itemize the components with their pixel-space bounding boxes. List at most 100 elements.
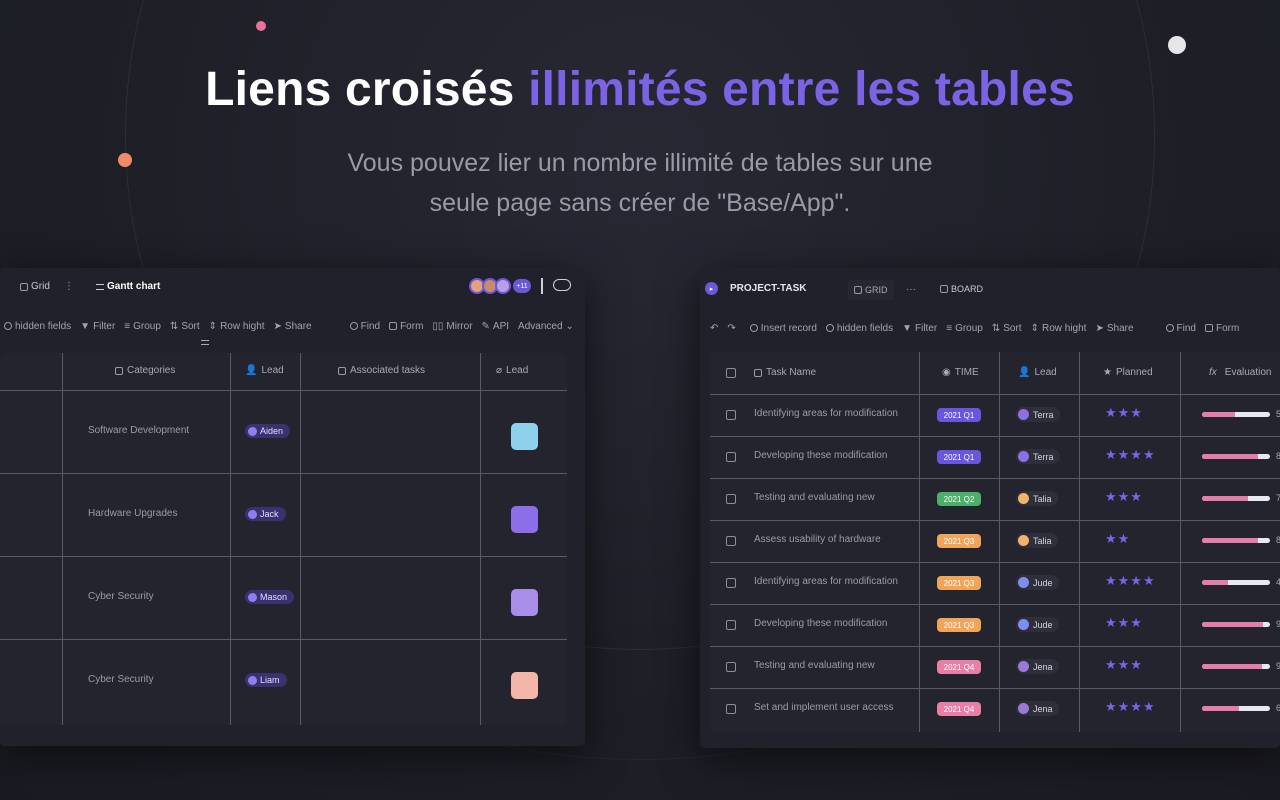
group-button[interactable]: ≡ Group — [946, 323, 983, 334]
evaluation-progress-bar — [1202, 664, 1270, 669]
attachment-thumbnail[interactable] — [511, 589, 538, 616]
lead-pill[interactable]: Jack — [245, 507, 286, 521]
col-header-time[interactable]: ◉ TIME — [942, 367, 979, 378]
api-button[interactable]: ✎ API — [482, 321, 510, 332]
col-header-lead[interactable]: 👤 Lead — [245, 365, 284, 376]
task-name-cell[interactable]: Testing and evaluating new — [754, 660, 875, 671]
lead-chip[interactable]: Terra — [1016, 407, 1060, 422]
time-tag[interactable]: 2021 Q3 — [937, 534, 981, 548]
rating-stars[interactable]: ★★★ — [1105, 489, 1143, 505]
row-checkbox[interactable] — [726, 620, 736, 630]
rating-stars[interactable]: ★★★ — [1105, 405, 1143, 421]
col-header-evaluation-label: Evaluation — [1224, 367, 1272, 378]
time-tag[interactable]: 2021 Q3 — [937, 576, 981, 590]
group-button[interactable]: ≡ Group — [124, 321, 161, 332]
table-name[interactable]: PROJECT-TASK — [730, 283, 807, 294]
tab-board[interactable]: BOARD — [940, 284, 983, 294]
task-name-cell[interactable]: Assess usability of hardware — [754, 534, 881, 545]
category-cell[interactable]: Software Development — [88, 425, 189, 436]
task-name-cell[interactable]: Identifying areas for modification — [754, 576, 898, 587]
tab-grid[interactable]: Grid — [20, 281, 50, 292]
share-button[interactable]: ➤ Share — [1095, 323, 1133, 334]
sort-button[interactable]: ⇅ Sort — [170, 321, 200, 332]
col-header-planned[interactable]: ★ Planned — [1103, 367, 1153, 378]
rating-stars[interactable]: ★★★ — [1105, 615, 1143, 631]
rating-stars[interactable]: ★★★★ — [1105, 447, 1156, 463]
find-button[interactable]: Find — [1165, 323, 1196, 334]
tab-gantt[interactable]: Gantt chart — [96, 281, 160, 292]
share-button[interactable]: ➤ Share — [274, 321, 312, 332]
time-tag[interactable]: 2021 Q3 — [937, 618, 981, 632]
col-header-lead2[interactable]: ⌀ Lead — [496, 365, 528, 376]
row-height-button[interactable]: ⇕ Row hight — [209, 321, 265, 332]
row-checkbox[interactable] — [726, 536, 736, 546]
lead-chip[interactable]: Talia — [1016, 533, 1058, 548]
lead-pill[interactable]: Mason — [245, 590, 295, 604]
col-header-task[interactable]: Task Name — [754, 367, 816, 378]
tab-more-icon[interactable]: ⋮ — [64, 281, 74, 292]
time-tag[interactable]: 2021 Q2 — [937, 492, 981, 506]
sort-button[interactable]: ⇅ Sort — [992, 323, 1022, 334]
tab-grid[interactable]: GRID — [848, 280, 894, 300]
filter-button[interactable]: ▼ Filter — [80, 321, 115, 332]
mirror-button[interactable]: ▯▯ Mirror — [432, 321, 472, 332]
attachment-thumbnail[interactable] — [511, 423, 538, 450]
category-cell[interactable]: Cyber Security — [88, 674, 154, 685]
time-tag[interactable]: 2021 Q1 — [937, 408, 981, 422]
task-name-cell[interactable]: Testing and evaluating new — [754, 492, 875, 503]
insert-record-button[interactable]: Insert record — [749, 323, 817, 334]
attachment-thumbnail[interactable] — [511, 506, 538, 533]
advanced-dropdown[interactable]: Advanced ⌄ — [518, 321, 574, 332]
collaborator-avatars[interactable]: +11 — [469, 278, 531, 294]
form-button[interactable]: Form — [1204, 323, 1239, 334]
find-button[interactable]: Find — [349, 321, 380, 332]
form-button[interactable]: Form — [389, 321, 423, 332]
col-header-categories[interactable]: Categories — [115, 365, 175, 376]
left-tabbar: Grid ⋮ Gantt chart +11 — [0, 268, 585, 306]
lead-pill[interactable]: Aiden — [245, 424, 291, 438]
time-tag[interactable]: 2021 Q1 — [937, 450, 981, 464]
col-header-associated[interactable]: Associated tasks — [338, 365, 425, 376]
person-icon: 👤 — [245, 365, 258, 376]
row-checkbox[interactable] — [726, 704, 736, 714]
row-checkbox[interactable] — [726, 410, 736, 420]
redo-button[interactable]: ↷ — [727, 323, 735, 334]
row-checkbox[interactable] — [726, 578, 736, 588]
undo-button[interactable]: ↶ — [710, 323, 718, 334]
time-tag[interactable]: 2021 Q4 — [937, 660, 981, 674]
hidden-fields-button[interactable]: hidden fields — [825, 323, 893, 334]
task-name-cell[interactable]: Developing these modification — [754, 618, 887, 629]
lead-chip[interactable]: Terra — [1016, 449, 1060, 464]
lead-chip[interactable]: Jena — [1016, 701, 1059, 716]
lead-chip[interactable]: Jude — [1016, 617, 1059, 632]
lead-chip[interactable]: Talia — [1016, 491, 1058, 506]
rating-stars[interactable]: ★★ — [1105, 531, 1130, 547]
lead-chip[interactable]: Jude — [1016, 575, 1059, 590]
attachment-thumbnail[interactable] — [511, 672, 538, 699]
category-cell[interactable]: Cyber Security — [88, 591, 154, 602]
category-cell[interactable]: Hardware Upgrades — [88, 508, 178, 519]
select-all-checkbox[interactable] — [726, 368, 736, 378]
task-name-cell[interactable]: Developing these modification — [754, 450, 887, 461]
col-header-evaluation[interactable]: fx Evaluation — [1209, 367, 1271, 378]
filter-button[interactable]: ▼ Filter — [902, 323, 937, 334]
rating-stars[interactable]: ★★★★ — [1105, 699, 1156, 715]
row-checkbox[interactable] — [726, 662, 736, 672]
task-name-cell[interactable]: Set and implement user access — [754, 702, 894, 713]
row-height-button[interactable]: ⇕ Row hight — [1031, 323, 1087, 334]
rating-stars[interactable]: ★★★ — [1105, 657, 1143, 673]
row-checkbox[interactable] — [726, 494, 736, 504]
eye-icon — [4, 322, 12, 330]
col-header-lead[interactable]: 👤 Lead — [1018, 367, 1057, 378]
row-checkbox[interactable] — [726, 452, 736, 462]
lead-chip[interactable]: Jena — [1016, 659, 1059, 674]
cloud-sync-icon[interactable] — [553, 279, 571, 291]
lead-pill[interactable]: Liam — [245, 673, 287, 687]
time-tag[interactable]: 2021 Q4 — [937, 702, 981, 716]
col-divider — [300, 353, 301, 725]
hidden-fields-button[interactable]: hidden fields — [4, 321, 71, 332]
tab-more-icon[interactable]: ··· — [906, 284, 916, 295]
rating-stars[interactable]: ★★★★ — [1105, 573, 1156, 589]
avatar — [495, 278, 511, 294]
task-name-cell[interactable]: Identifying areas for modification — [754, 408, 898, 419]
